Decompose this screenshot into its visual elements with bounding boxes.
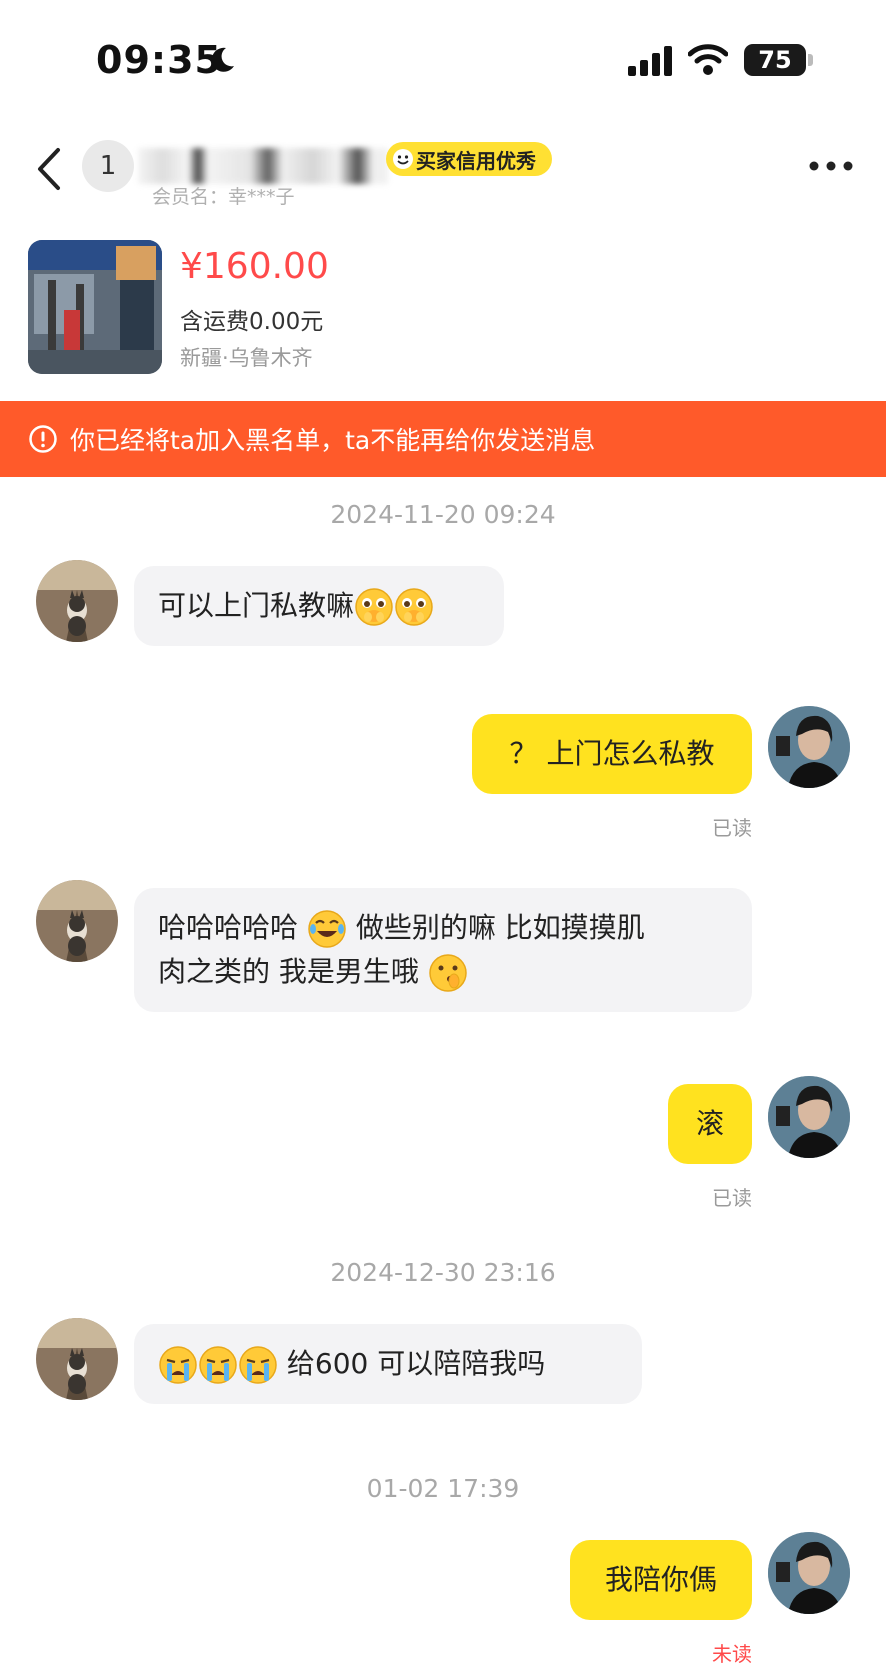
member-name: 会员名：幸***子 (152, 186, 295, 208)
credit-badge-label: 买家信用优秀 (416, 148, 536, 173)
message-text: 可以上门私教嘛 (158, 589, 355, 622)
shush-emoji-icon (429, 954, 467, 992)
cellular-signal-icon (628, 46, 672, 76)
message-text: 滚 (695, 1107, 724, 1140)
contact-name-redacted (138, 148, 388, 184)
credit-badge[interactable]: 买家信用优秀 (386, 142, 552, 176)
incoming-message-bubble[interactable]: 可以上门私教嘛 (134, 566, 504, 646)
message-timestamp: 01-02 17:39 (366, 1474, 520, 1503)
chat-header: 1 买家信用优秀 会员名：幸***子 (0, 120, 886, 210)
battery-cap (808, 54, 813, 66)
message-text: 我陪你傌 (604, 1563, 717, 1596)
blacklist-banner: 你已经将ta加入黑名单，ta不能再给你发送消息 (0, 401, 886, 477)
wifi-icon (688, 44, 728, 75)
laugh-cry-emoji-icon (307, 909, 347, 949)
product-location: 新疆·乌鲁木齐 (180, 346, 313, 370)
product-thumbnail[interactable] (28, 240, 162, 374)
back-button[interactable] (30, 146, 70, 192)
sender-avatar[interactable] (36, 1318, 118, 1400)
status-time: 09:35 (96, 38, 222, 82)
incoming-message-bubble[interactable]: 给600 可以陪陪我吗 (134, 1324, 642, 1404)
unread-status: 未读 (712, 1642, 752, 1666)
sender-avatar[interactable] (36, 880, 118, 962)
more-options-icon[interactable] (808, 158, 854, 174)
message-text: 给600 可以陪陪我吗 (286, 1347, 546, 1380)
crying-emoji-icon (158, 1345, 198, 1385)
product-card[interactable]: ¥160.00 含运费0.00元 新疆·乌鲁木齐 (0, 226, 886, 386)
read-status: 已读 (712, 1186, 752, 1210)
outgoing-message-bubble[interactable]: ？ 上门怎么私教 (472, 714, 752, 794)
crying-emoji-icon (238, 1345, 278, 1385)
my-avatar[interactable] (768, 706, 850, 788)
message-timestamp: 2024-12-30 23:16 (330, 1258, 556, 1287)
warning-circle-icon (29, 425, 57, 453)
sender-avatar[interactable] (36, 560, 118, 642)
pleading-emoji-icon (355, 588, 393, 626)
message-text: 做些别的嘛 比如摸摸肌 (355, 911, 645, 944)
message-timestamp: 2024-11-20 09:24 (330, 500, 556, 529)
message-text: ？ 上门怎么私教 (509, 737, 715, 770)
pleading-emoji-icon (395, 588, 433, 626)
crying-emoji-icon (198, 1345, 238, 1385)
message-text: 肉之类的 我是男生哦 (158, 955, 419, 988)
moon-icon (211, 47, 234, 72)
product-shipping: 含运费0.00元 (180, 309, 324, 335)
product-price: ¥160.00 (180, 246, 329, 287)
smile-icon (393, 149, 413, 169)
my-avatar[interactable] (768, 1532, 850, 1614)
incoming-message-bubble[interactable]: 哈哈哈哈哈 做些别的嘛 比如摸摸肌 肉之类的 我是男生哦 (134, 888, 752, 1012)
read-status: 已读 (712, 816, 752, 840)
message-text: 哈哈哈哈哈 (158, 911, 299, 944)
my-avatar[interactable] (768, 1076, 850, 1158)
status-bar: 09:35 75 (0, 0, 886, 120)
outgoing-message-bubble[interactable]: 滚 (668, 1084, 752, 1164)
battery-indicator: 75 (744, 44, 806, 76)
contact-name-initial[interactable]: 1 (82, 140, 134, 192)
outgoing-message-bubble[interactable]: 我陪你傌 (570, 1540, 752, 1620)
blacklist-banner-text: 你已经将ta加入黑名单，ta不能再给你发送消息 (70, 426, 596, 455)
